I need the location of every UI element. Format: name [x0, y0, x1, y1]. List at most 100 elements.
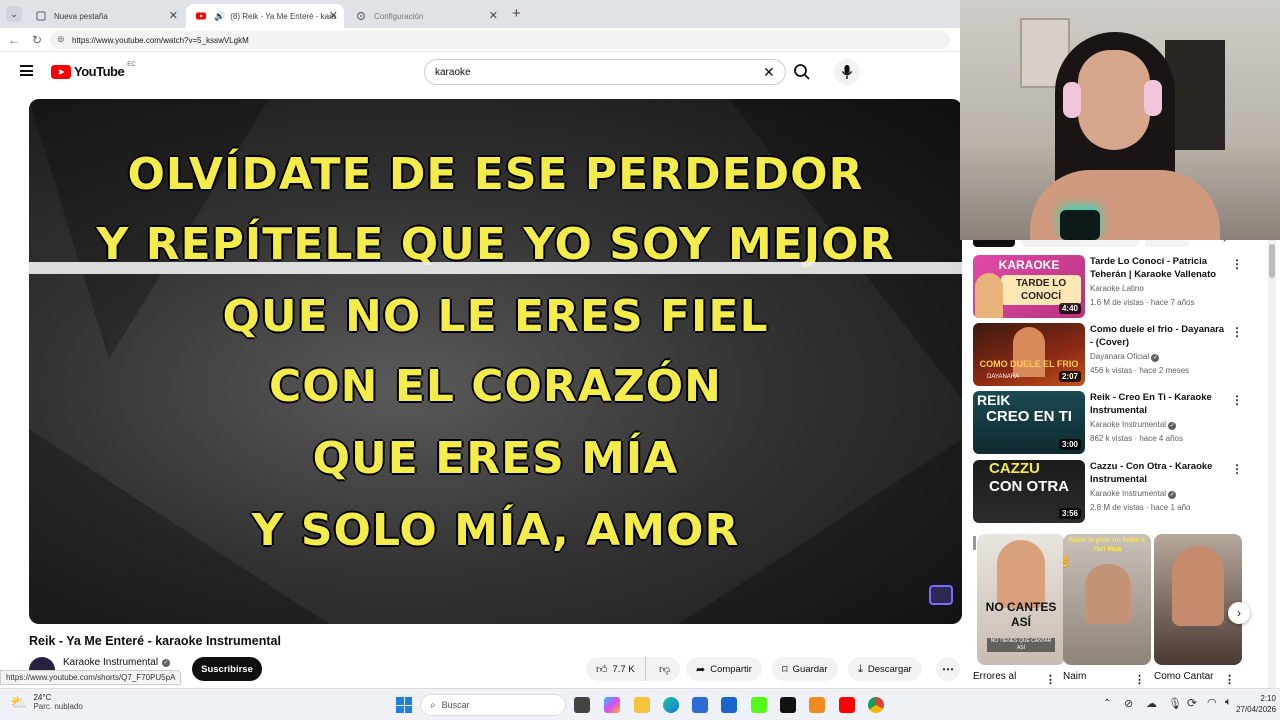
- more-vertical-icon[interactable]: ⋮: [1231, 257, 1243, 271]
- address-bar[interactable]: ⊜ https://www.youtube.com/watch?v=5_kssw…: [50, 31, 950, 49]
- microphone-icon[interactable]: 🎙︎: [1168, 697, 1182, 710]
- close-tab-icon[interactable]: ✕: [329, 9, 338, 22]
- file-explorer-icon[interactable]: [634, 697, 650, 713]
- thumbnail-caption: DAYANARA: [987, 374, 1020, 380]
- video-thumbnail[interactable]: COMO DUELE EL FRIO DAYANARA 2:07: [973, 323, 1085, 386]
- store-icon[interactable]: [692, 697, 708, 713]
- recommendation-title[interactable]: Reik - Creo En Ti - Karaoke Instrumental: [1090, 391, 1225, 417]
- taskbar-search-box[interactable]: ⌕ Buscar: [420, 694, 566, 716]
- youtube-app-icon[interactable]: [839, 697, 855, 713]
- short-title[interactable]: Como Cantar: [1154, 671, 1213, 682]
- thumbnail-caption: CAZZU: [989, 460, 1040, 477]
- short-title[interactable]: Naim: [1063, 671, 1086, 682]
- filter-chip-all[interactable]: [973, 240, 1015, 247]
- more-actions-button[interactable]: ⋯: [936, 657, 960, 681]
- dislike-button[interactable]: 👎︎: [651, 663, 670, 676]
- wifi-icon[interactable]: ◠: [1207, 696, 1217, 709]
- video-player[interactable]: OLVÍDATE DE ESE PERDEDOR Y REPÍTELE QUE …: [29, 99, 962, 624]
- download-icon: ⤓: [858, 662, 863, 675]
- url-text: https://www.youtube.com/watch?v=5_ksswVL…: [72, 35, 249, 45]
- more-vertical-icon[interactable]: ⋮: [1224, 673, 1235, 686]
- recommendation-channel[interactable]: Dayanara Oficial ✓: [1090, 352, 1160, 362]
- recommendation-title[interactable]: Cazzu - Con Otra - Karaoke Instrumental: [1090, 460, 1225, 486]
- recommendation-item[interactable]: CAZZU CON OTRA 3:56 Cazzu - Con Otra - K…: [973, 460, 1263, 524]
- show-hidden-icons-chevron[interactable]: ⌃: [1103, 698, 1111, 709]
- camera-off-icon[interactable]: ⊘: [1124, 697, 1133, 710]
- recommendation-channel[interactable]: Karaoke Instrumental ✓: [1090, 420, 1177, 430]
- verified-check-icon: ✓: [1151, 354, 1160, 362]
- duration-badge: 3:56: [1058, 508, 1081, 519]
- volume-icon[interactable]: 🔈︎: [1225, 696, 1232, 709]
- clock[interactable]: 2:10 27/04/2026: [1236, 693, 1276, 715]
- chrome-icon[interactable]: [868, 697, 884, 713]
- tab-new-tab[interactable]: Nueva pestaña ✕: [26, 4, 184, 28]
- more-vertical-icon[interactable]: ⋮: [1231, 325, 1243, 339]
- microphone-glow: [1060, 210, 1100, 240]
- recommendation-item[interactable]: COMO DUELE EL FRIO DAYANARA 2:07 Como du…: [973, 323, 1263, 387]
- shorts-next-button[interactable]: ›: [1228, 602, 1250, 624]
- video-thumbnail[interactable]: REIK CREO EN TI 3:00: [973, 391, 1085, 454]
- more-vertical-icon[interactable]: ⋮: [1231, 393, 1243, 407]
- recommendation-channel[interactable]: Karaoke Instrumental ✓: [1090, 489, 1177, 499]
- filter-chip[interactable]: [1145, 240, 1189, 247]
- voice-search-button[interactable]: [834, 59, 860, 85]
- channel-name[interactable]: Karaoke Instrumental ✓: [63, 657, 171, 668]
- browser-toolbar: ← ↻ ⊜ https://www.youtube.com/watch?v=5_…: [0, 28, 960, 52]
- short-thumbnail[interactable]: Naim le pide un bebé a Yeri Mua ☝: [1063, 534, 1151, 665]
- tab-search-chevron-icon[interactable]: ⌄: [6, 6, 22, 22]
- recommendation-title[interactable]: Tarde Lo Conocí - Patricia Teherán | Kar…: [1090, 255, 1225, 281]
- search-button[interactable]: [790, 60, 814, 84]
- menu-hamburger-icon[interactable]: [20, 65, 33, 76]
- back-arrow-icon[interactable]: ←: [8, 33, 20, 47]
- page-scrollbar[interactable]: [1268, 240, 1276, 688]
- weather-widget[interactable]: ⛅ 24°C Parc. nublado: [10, 693, 83, 711]
- video-thumbnail[interactable]: KARAOKE TARDE LO CONOCÍ 4:40: [973, 255, 1085, 318]
- download-button[interactable]: ⤓ Descargar: [848, 657, 922, 681]
- short-thumbnail[interactable]: NO CANTES ASÍ NO TIENES QUE CANTAR ASÍ: [977, 534, 1065, 665]
- outlook-icon[interactable]: [721, 697, 737, 713]
- recommendation-item[interactable]: REIK CREO EN TI 3:00 Reik - Creo En Ti -…: [973, 391, 1263, 455]
- recommendation-title[interactable]: Como duele el frio - Dayanara - (Cover): [1090, 323, 1225, 349]
- like-button[interactable]: 👍︎ 7.7 K: [586, 657, 646, 681]
- task-view-icon[interactable]: [574, 697, 590, 713]
- search-input[interactable]: karaoke ✕: [424, 59, 786, 85]
- short-overlay-subtext: NO TIENES QUE CANTAR ASÍ: [987, 638, 1055, 652]
- scrollbar-thumb[interactable]: [1269, 244, 1275, 278]
- edge-browser-icon[interactable]: [663, 697, 679, 713]
- copilot-icon[interactable]: [604, 697, 620, 713]
- recommendation-views: 2.8 M de vistas · hace 1 año: [1090, 503, 1191, 512]
- channel-watermark-icon[interactable]: [929, 585, 953, 605]
- subscribe-button[interactable]: Suscribirse: [192, 657, 262, 681]
- short-overlay-text: Naim le pide un bebé a Yeri Mua: [1069, 537, 1145, 553]
- recommendation-channel[interactable]: Karaoke Latino: [1090, 284, 1144, 293]
- start-button[interactable]: [396, 697, 412, 713]
- sync-icon[interactable]: ⟳: [1187, 696, 1197, 710]
- youtube-logo[interactable]: YouTube EC: [51, 62, 136, 79]
- close-tab-icon[interactable]: ✕: [489, 9, 498, 22]
- filter-chip[interactable]: [1021, 240, 1139, 247]
- weather-partly-cloudy-icon: ⛅: [10, 693, 28, 710]
- recommendation-item[interactable]: KARAOKE TARDE LO CONOCÍ 4:40 Tarde Lo Co…: [973, 255, 1263, 319]
- app-orange-icon[interactable]: [809, 697, 825, 713]
- thumbnail-caption: REIK: [977, 392, 1011, 408]
- video-thumbnail[interactable]: CAZZU CON OTRA 3:56: [973, 460, 1085, 523]
- tab-settings[interactable]: Configuración ✕: [346, 4, 504, 28]
- tab-youtube[interactable]: 🔊 (8) Reik - Ya Me Enteré - kara ✕: [186, 4, 344, 28]
- short-thumbnail[interactable]: [1154, 534, 1242, 665]
- reload-icon[interactable]: ↻: [32, 33, 42, 47]
- cloud-icon[interactable]: ☁: [1146, 697, 1157, 710]
- more-vertical-icon[interactable]: ⋮: [1231, 462, 1243, 476]
- kick-app-icon[interactable]: [751, 697, 767, 713]
- share-button[interactable]: ➦ Compartir: [686, 657, 762, 681]
- tiktok-icon[interactable]: [780, 697, 796, 713]
- more-vertical-icon[interactable]: ⋮: [1134, 673, 1145, 686]
- speaker-icon[interactable]: 🔊: [214, 11, 225, 22]
- clear-search-icon[interactable]: ✕: [763, 64, 775, 81]
- headset-left-cup: [1063, 82, 1081, 118]
- new-tab-plus-icon[interactable]: +: [512, 5, 521, 22]
- save-button[interactable]: ⌑ Guardar: [772, 657, 838, 681]
- site-info-icon[interactable]: ⊜: [57, 34, 65, 45]
- short-title[interactable]: Errores al: [973, 671, 1016, 682]
- more-vertical-icon[interactable]: ⋮: [1045, 673, 1056, 686]
- close-tab-icon[interactable]: ✕: [169, 9, 178, 22]
